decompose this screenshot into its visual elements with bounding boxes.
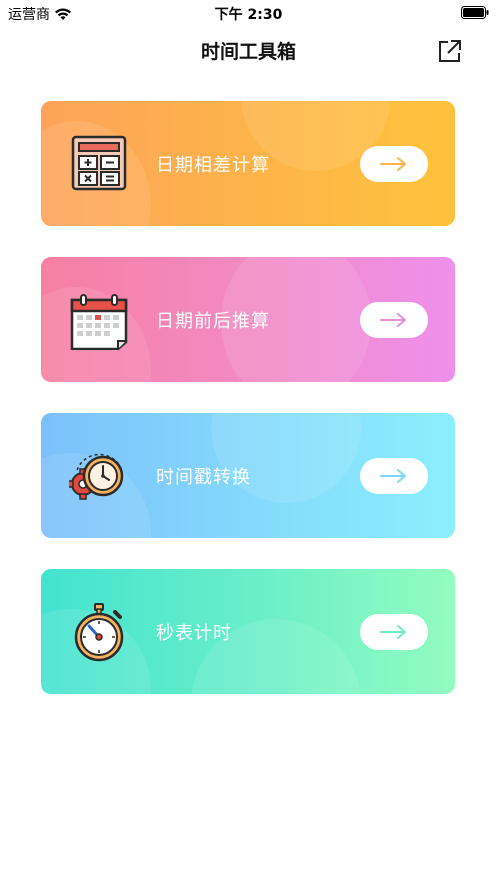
stopwatch-icon <box>74 603 124 662</box>
go-button[interactable] <box>360 614 428 650</box>
tool-card-stopwatch[interactable]: 秒表计时 <box>41 569 455 694</box>
arrow-right-icon <box>380 625 406 639</box>
go-button[interactable] <box>360 458 428 494</box>
page-title: 时间工具箱 <box>200 41 296 63</box>
card-decoration <box>211 413 361 503</box>
tool-card-date-difference[interactable]: 日期相差计算 <box>41 101 455 226</box>
tool-card-timestamp-conversion[interactable]: 时间戳转换 <box>41 413 455 538</box>
share-external-icon[interactable] <box>437 38 463 64</box>
clock-gear-icon <box>69 453 124 500</box>
status-time: 下午 2:30 <box>214 7 283 23</box>
tool-label: 日期相差计算 <box>156 155 270 176</box>
battery-icon <box>461 6 489 19</box>
go-button[interactable] <box>360 146 428 182</box>
tool-card-date-projection[interactable]: 日期前后推算 <box>41 257 455 382</box>
arrow-right-icon <box>380 469 406 483</box>
status-bar: 运营商 下午 2:30 <box>0 0 497 26</box>
app-screen: 运营商 下午 2:30 时间工具箱 日期相差计算 日期前后推算 时间戳转换 秒表… <box>0 0 497 883</box>
go-button[interactable] <box>360 302 428 338</box>
tool-label: 时间戳转换 <box>156 467 251 488</box>
calculator-icon <box>71 135 127 191</box>
tool-label: 日期前后推算 <box>156 311 270 332</box>
tool-label: 秒表计时 <box>156 623 232 644</box>
arrow-right-icon <box>380 157 406 171</box>
calendar-icon <box>70 294 128 350</box>
nav-bar: 时间工具箱 <box>0 26 497 74</box>
arrow-right-icon <box>380 313 406 327</box>
